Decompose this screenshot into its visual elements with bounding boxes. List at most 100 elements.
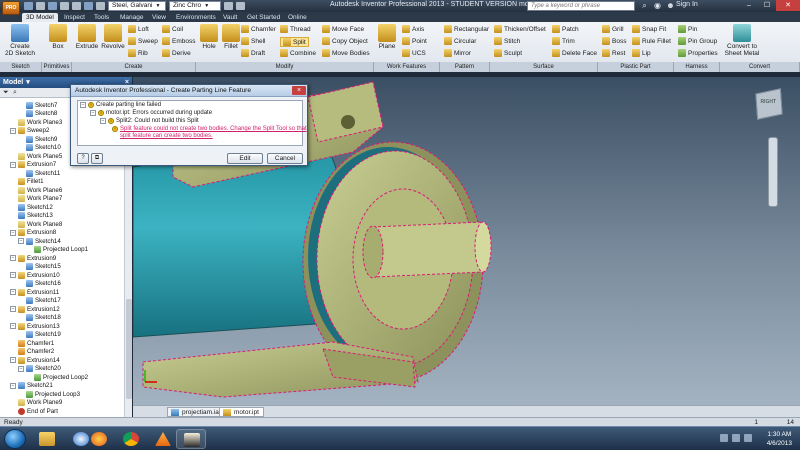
tab-get-started[interactable]: Get Started [243, 13, 284, 22]
taskbar-inventor[interactable] [176, 429, 206, 449]
new-icon[interactable] [24, 2, 33, 10]
revolve-button[interactable]: Revolve [100, 24, 126, 50]
browser-node[interactable]: − Extrusion14 [10, 356, 60, 364]
browser-node[interactable]: Work Plane9 [10, 399, 62, 407]
error-node[interactable]: −! Split2: Could not build this Split [100, 118, 199, 125]
browser-node[interactable]: − Sketch21 [10, 382, 53, 390]
expand-toggle-icon[interactable]: − [10, 357, 16, 363]
browser-node[interactable]: Work Plane5 [10, 152, 62, 160]
extrude-button[interactable]: Extrude [74, 24, 100, 50]
tab-environments[interactable]: Environments [172, 13, 220, 22]
browser-node[interactable]: Fillet1 [10, 178, 44, 186]
tab-3d-model[interactable]: 3D Model [22, 13, 58, 22]
browser-node[interactable]: Sketch17 [18, 297, 61, 305]
loft-button[interactable]: Loft [128, 25, 149, 33]
lip-button[interactable]: Lip [632, 49, 651, 57]
pin-group-button[interactable]: Pin Group [678, 37, 717, 45]
chevron-down-icon[interactable]: ▾ [26, 79, 30, 86]
ucs-button[interactable]: UCS [402, 49, 426, 57]
navigation-bar[interactable] [768, 137, 778, 207]
create-2d-sketch-button[interactable]: Create 2D Sketch [4, 24, 36, 57]
browser-node[interactable]: − Extrusion8 [10, 229, 56, 237]
browser-node[interactable]: Projected Loop1 [26, 246, 88, 254]
cancel-button[interactable]: Cancel [267, 153, 303, 164]
snap-fit-button[interactable]: Snap Fit [632, 25, 666, 33]
move-bodies-button[interactable]: Move Bodies [322, 49, 370, 57]
derive-button[interactable]: Derive [162, 49, 191, 57]
browser-node[interactable]: Sketch15 [18, 263, 61, 271]
taskbar-vlc[interactable] [148, 429, 178, 449]
expand-toggle-icon[interactable]: − [18, 365, 24, 372]
return-icon[interactable] [96, 2, 105, 10]
browser-node[interactable]: End of Part [10, 407, 58, 415]
tray-arrow-icon[interactable] [720, 434, 728, 442]
subscription-icon[interactable]: ◉ [653, 1, 662, 10]
move-face-button[interactable]: Move Face [322, 25, 364, 33]
browser-node[interactable]: Sketch10 [18, 144, 61, 152]
chamfer-button[interactable]: Chamfer [241, 25, 276, 33]
browser-node[interactable]: − Extrusion9 [10, 254, 56, 262]
box-button[interactable]: Box [46, 24, 70, 50]
clock[interactable]: 1:30 AM 4/6/2013 [767, 430, 792, 448]
rectangular-pattern-button[interactable]: Rectangular [444, 25, 489, 33]
browser-node[interactable]: Chamfer2 [10, 348, 54, 356]
expand-toggle-icon[interactable]: − [10, 272, 16, 278]
error-node[interactable]: −! Create parting line failed [80, 102, 161, 109]
expand-toggle-icon[interactable]: − [10, 127, 16, 134]
sign-in-link[interactable]: Sign In [676, 1, 698, 8]
error-detail-link[interactable]: Split feature could not create two bodie… [120, 126, 310, 140]
rule-fillet-button[interactable]: Rule Fillet [632, 37, 671, 45]
patch-button[interactable]: Patch [552, 25, 579, 33]
expand-toggle-icon[interactable]: − [10, 229, 16, 236]
browser-node[interactable]: Sketch7 [18, 101, 57, 109]
tab-tools[interactable]: Tools [90, 13, 113, 22]
browser-node[interactable]: Sketch13 [10, 212, 53, 220]
appearance-dropdown[interactable]: Zinc Chro ▼ [169, 1, 221, 11]
find-icon[interactable]: ⌕ [13, 89, 17, 97]
volume-icon[interactable] [744, 434, 752, 442]
copy-object-button[interactable]: Copy Object [322, 37, 368, 45]
customize-icon[interactable] [236, 2, 245, 10]
browser-node[interactable]: Sketch11 [18, 169, 60, 177]
browser-node[interactable]: − Sketch14 [18, 237, 61, 245]
tab-online[interactable]: Online [284, 13, 311, 22]
rib-button[interactable]: Rib [128, 49, 148, 57]
browser-node[interactable]: Work Plane7 [10, 195, 62, 203]
browser-node[interactable]: − Extrusion13 [10, 322, 60, 330]
axis-button[interactable]: Axis [402, 25, 424, 33]
sweep-button[interactable]: Sweep [128, 37, 158, 45]
tab-inspect[interactable]: Inspect [60, 13, 89, 22]
combine-button[interactable]: Combine [280, 49, 316, 57]
taskbar-chrome[interactable] [116, 429, 146, 449]
sculpt-button[interactable]: Sculpt [494, 49, 522, 57]
minimize-button[interactable]: ‒ [740, 0, 758, 11]
start-button[interactable] [4, 429, 26, 449]
taskbar-explorer[interactable] [32, 429, 62, 449]
browser-node[interactable]: − Sketch20 [18, 365, 61, 373]
browser-node[interactable]: Chamfer1 [10, 339, 54, 347]
convert-to-sheet-metal-button[interactable]: Convert to Sheet Metal [724, 24, 760, 57]
browser-node[interactable]: Sketch12 [10, 203, 53, 211]
point-button[interactable]: Point [402, 37, 427, 45]
circular-pattern-button[interactable]: Circular [444, 37, 476, 45]
open-icon[interactable] [36, 2, 45, 10]
browser-node[interactable]: Work Plane6 [10, 186, 62, 194]
delete-face-button[interactable]: Delete Face [552, 49, 597, 57]
browser-node[interactable]: Sketch18 [18, 314, 61, 322]
collapse-icon[interactable]: − [90, 110, 96, 116]
coil-button[interactable]: Coil [162, 25, 183, 33]
fx-icon[interactable] [224, 2, 233, 10]
doctab-motor[interactable]: motor.ipt [219, 407, 264, 417]
browser-node[interactable]: Work Plane8 [10, 220, 62, 228]
expand-toggle-icon[interactable]: − [10, 255, 16, 261]
taskbar-firefox[interactable] [84, 429, 114, 449]
plane-button[interactable]: Plane [376, 24, 398, 50]
error-node-detail[interactable]: ! Split feature could not create two bodi… [112, 126, 310, 139]
undo-icon[interactable] [60, 2, 69, 10]
browser-node[interactable]: − Sweep2 [10, 127, 49, 135]
tab-manage[interactable]: Manage [116, 13, 148, 22]
browser-node[interactable]: Sketch19 [18, 331, 61, 339]
network-icon[interactable] [732, 434, 740, 442]
rest-button[interactable]: Rest [602, 49, 625, 57]
pin-button[interactable]: Pin [678, 25, 697, 33]
